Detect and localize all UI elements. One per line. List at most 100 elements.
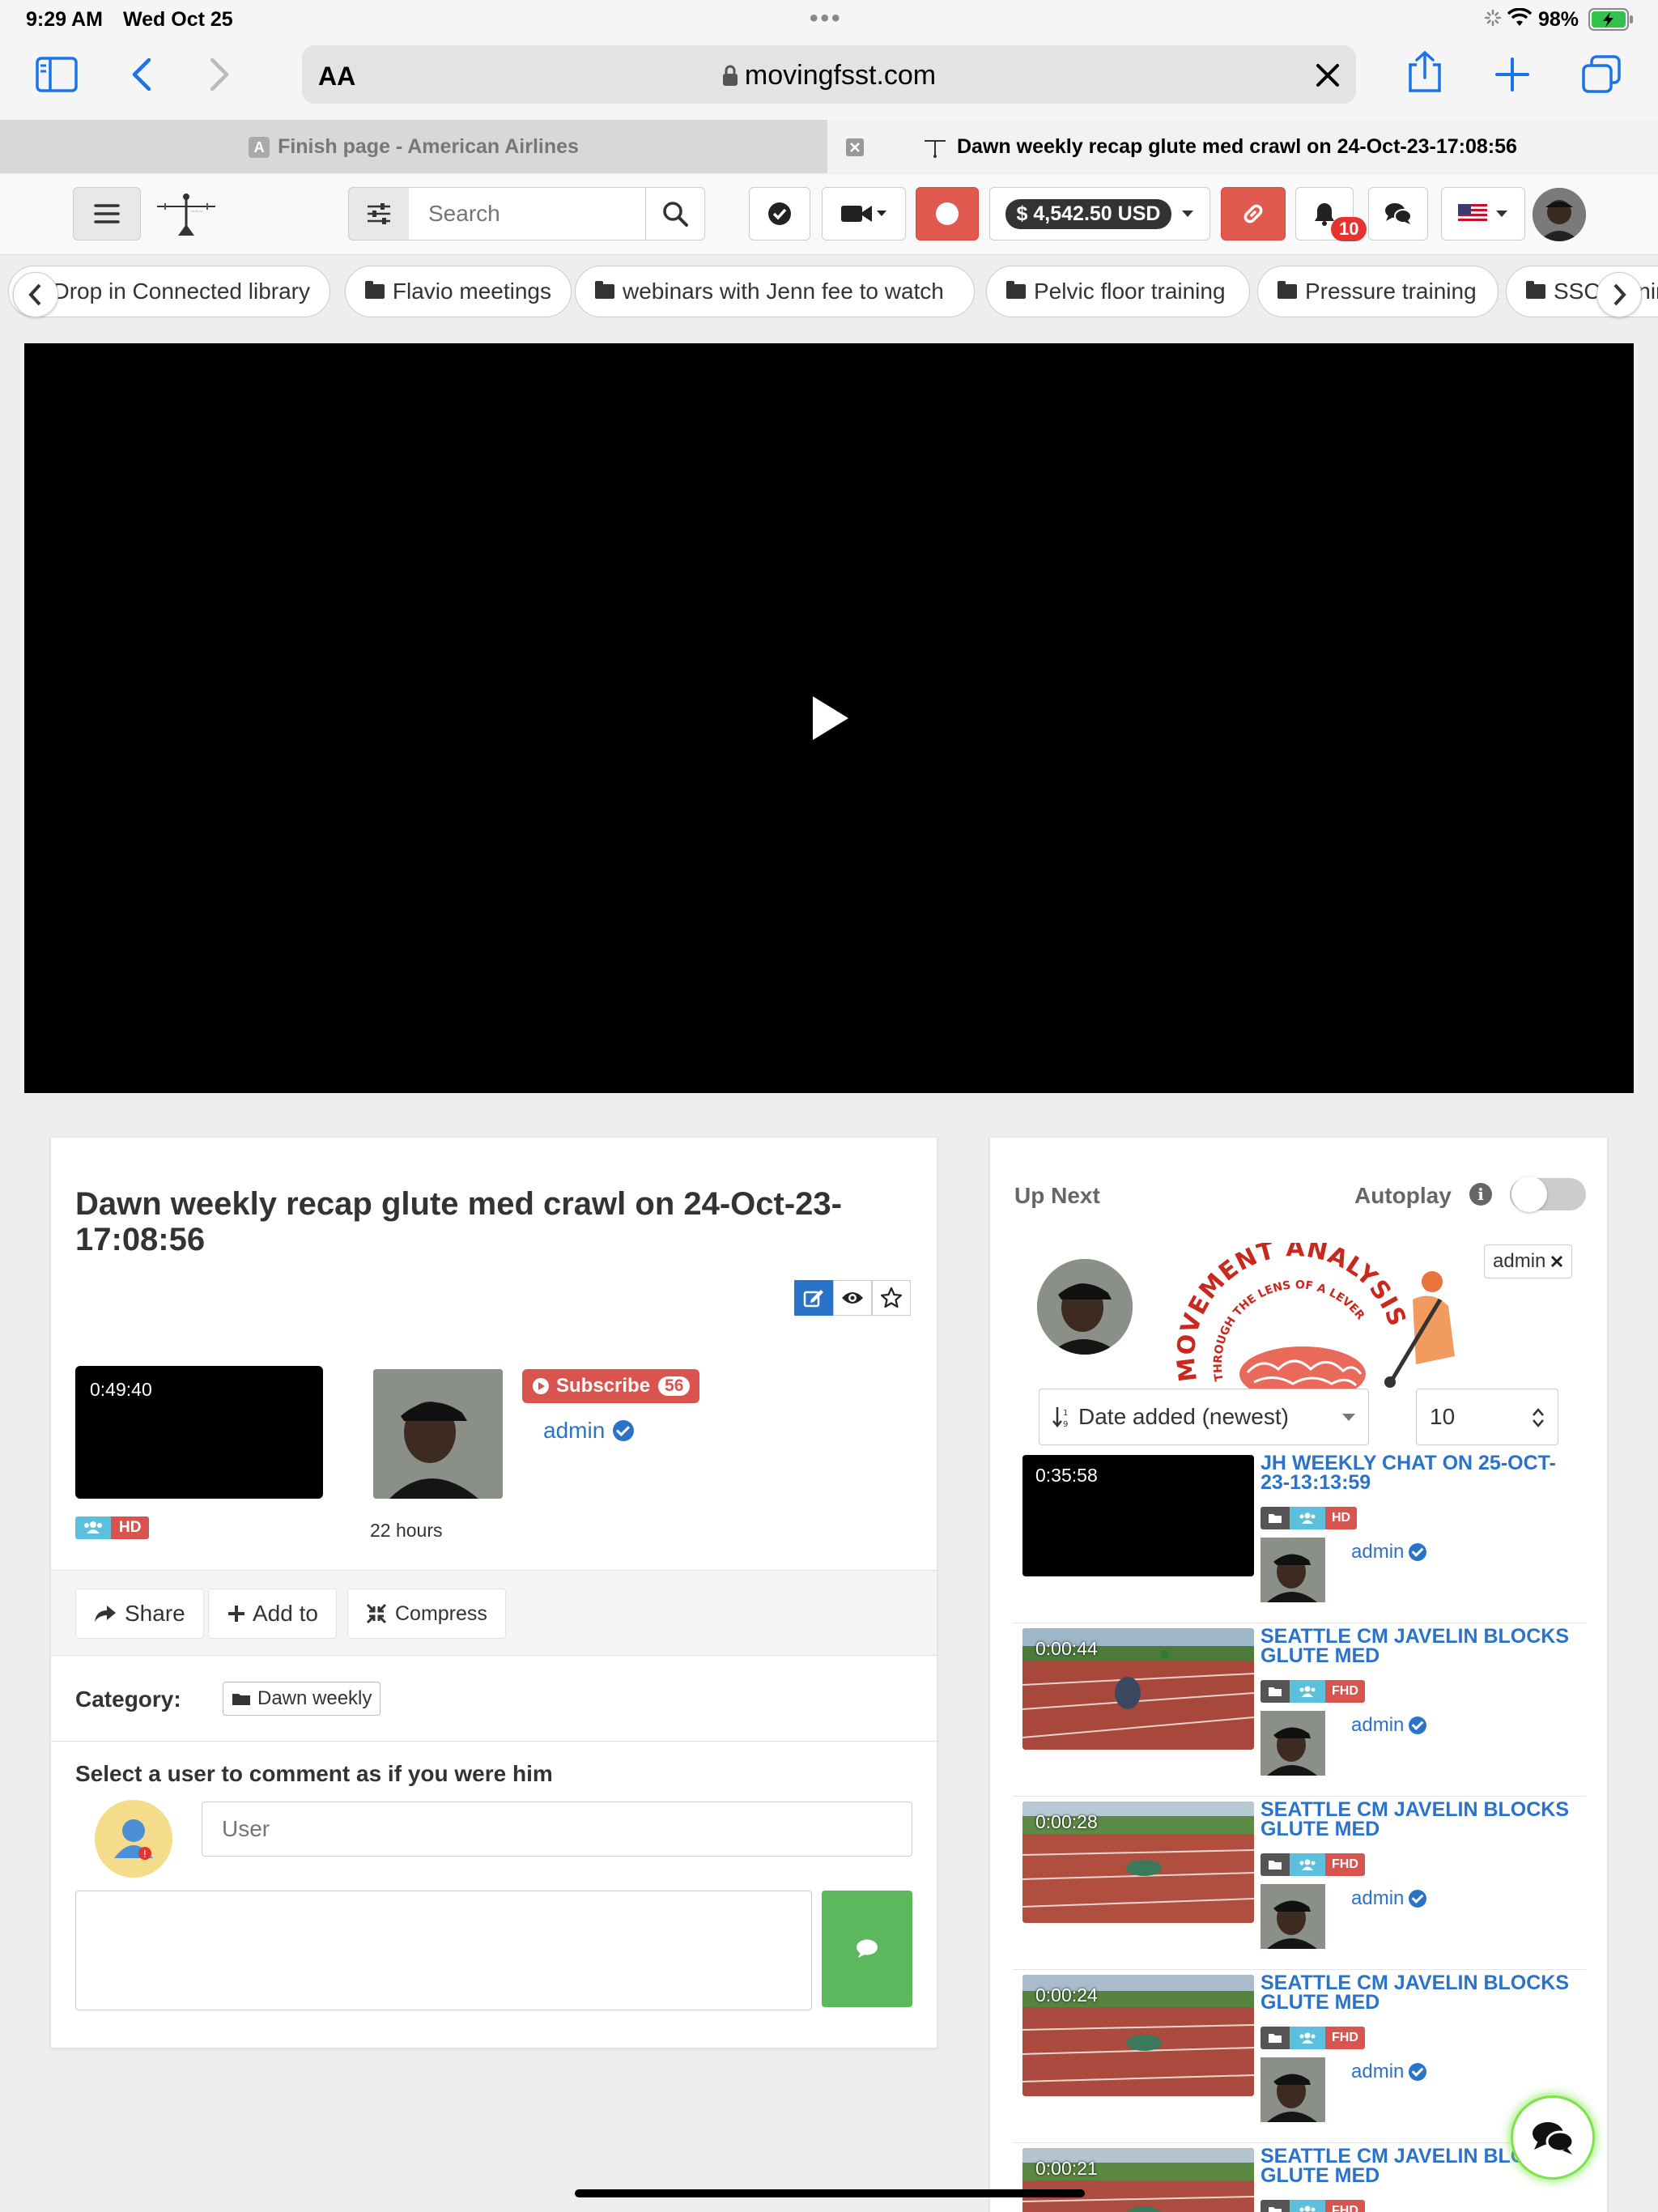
tab-title: Dawn weekly recap glute med crawl on 24-… (957, 135, 1517, 158)
language-selector[interactable] (1441, 187, 1525, 240)
video-duration: 0:49:40 (90, 1379, 152, 1400)
site-logo[interactable]: ~~~ (154, 189, 219, 240)
up-next-title[interactable]: SEATTLE CM JAVELIN BLOCKS GLUTE MED (1261, 1973, 1581, 2013)
forward-icon[interactable] (207, 57, 232, 92)
close-icon[interactable] (1550, 1255, 1563, 1268)
edit-button[interactable] (794, 1280, 833, 1316)
category-chip[interactable]: Dawn weekly (223, 1682, 381, 1716)
video-thumbnail[interactable]: 0:49:40 (75, 1366, 323, 1499)
up-next-item[interactable]: 0:35:58 JH WEEKLY CHAT ON 25-OCT-23-13:1… (1013, 1450, 1586, 1623)
user-avatar[interactable] (1533, 188, 1586, 241)
home-indicator[interactable] (575, 2189, 1085, 2197)
admin-filter-tag[interactable]: admin (1484, 1244, 1573, 1278)
uploader-link[interactable]: admin (543, 1418, 635, 1444)
up-next-thumbnail[interactable]: 0:00:21 (1022, 2148, 1254, 2212)
group-badge (75, 1516, 111, 1539)
verified-icon (1409, 1890, 1427, 1908)
url-text[interactable]: movingfsst.com (302, 60, 1356, 91)
up-next-item[interactable]: 0:00:44 SEATTLE CM JAVELIN BLOCKS GLUTE … (1013, 1623, 1586, 1797)
up-next-title[interactable]: JH WEEKLY CHAT ON 25-OCT-23-13:13:59 (1261, 1453, 1581, 1493)
sort-select[interactable]: 19 Date added (newest) (1039, 1389, 1369, 1445)
live-chat-button[interactable] (1511, 2095, 1595, 2180)
up-next-author[interactable]: admin (1351, 2061, 1427, 2083)
plus-icon (228, 1606, 244, 1622)
folder-badge (1261, 1507, 1290, 1529)
channel-photo (1037, 1259, 1133, 1355)
multitask-dots-icon[interactable]: ••• (810, 5, 843, 32)
channel-banner: MOVEMENT ANALYSIS THROUGH THE LENS OF A … (1173, 1243, 1455, 1389)
tab-american-airlines[interactable]: A Finish page - American Airlines (0, 120, 827, 173)
record-button[interactable] (916, 187, 979, 240)
users-icon (84, 1521, 102, 1534)
chip-scroll-left-button[interactable] (13, 272, 58, 317)
wallet-balance-button[interactable]: $ 4,542.50 USD (989, 187, 1210, 240)
search-icon (663, 202, 688, 227)
comment-textarea[interactable] (75, 1891, 812, 2010)
up-next-thumbnail[interactable]: 0:00:28 (1022, 1802, 1254, 1923)
lock-icon (722, 65, 738, 86)
quality-badge: FHD (1325, 1680, 1365, 1703)
tab-overview-icon[interactable] (1582, 55, 1621, 94)
uploader-name: admin (543, 1418, 606, 1443)
close-tab-icon[interactable] (845, 138, 865, 157)
folder-chip[interactable]: Flavio meetings (345, 266, 572, 317)
up-next-item[interactable]: 0:00:21 SEATTLE CM JAVELIN BLOCKS GLUTE … (1013, 2143, 1586, 2212)
up-next-author-avatar[interactable] (1261, 1538, 1325, 1602)
autoplay-label: Autoplay (1354, 1183, 1452, 1208)
up-next-author[interactable]: admin (1351, 1714, 1427, 1737)
menu-button[interactable] (73, 187, 141, 240)
add-to-button[interactable]: Add to (208, 1589, 337, 1639)
up-next-title[interactable]: SEATTLE CM JAVELIN BLOCKS GLUTE MED (1261, 1800, 1581, 1840)
back-icon[interactable] (130, 57, 154, 92)
autoplay-toggle[interactable] (1510, 1176, 1586, 1212)
up-next-item[interactable]: 0:00:28 SEATTLE CM JAVELIN BLOCKS GLUTE … (1013, 1797, 1586, 1970)
favorite-button[interactable] (872, 1280, 911, 1316)
up-next-author-avatar[interactable] (1261, 1711, 1325, 1776)
up-next-thumbnail[interactable]: 0:00:44 (1022, 1628, 1254, 1750)
up-next-title[interactable]: SEATTLE CM JAVELIN BLOCKS GLUTE MED (1261, 1627, 1581, 1666)
up-next-author-avatar[interactable] (1261, 2057, 1325, 2122)
folder-chip[interactable]: webinars with Jenn fee to watch (575, 266, 975, 317)
stepper-arrows-icon[interactable] (1532, 1407, 1545, 1428)
subscribe-button[interactable]: Subscribe 56 (522, 1369, 700, 1403)
uploader-avatar[interactable] (373, 1369, 503, 1499)
sidebar-toggle-icon[interactable] (36, 57, 78, 92)
up-next-author[interactable]: admin (1351, 1887, 1427, 1910)
camera-menu-button[interactable] (822, 187, 906, 240)
view-button[interactable] (833, 1280, 872, 1316)
messages-button[interactable] (1368, 187, 1428, 240)
send-comment-button[interactable] (822, 1891, 912, 2007)
star-icon (880, 1287, 903, 1308)
results-count-stepper[interactable]: 10 (1416, 1389, 1558, 1445)
tasks-button[interactable] (749, 187, 810, 240)
share-button[interactable]: Share (75, 1589, 204, 1639)
uploader-photo (373, 1369, 503, 1499)
folder-chip[interactable]: Pelvic floor training (986, 266, 1250, 317)
search-button[interactable] (645, 187, 705, 240)
up-next-author-avatar[interactable] (1261, 1884, 1325, 1949)
up-next-thumbnail[interactable]: 0:35:58 (1022, 1455, 1254, 1576)
new-tab-icon[interactable] (1494, 57, 1530, 92)
search-input[interactable] (409, 187, 645, 240)
up-next-item[interactable]: 0:00:24 SEATTLE CM JAVELIN BLOCKS GLUTE … (1013, 1970, 1586, 2143)
search-filter-button[interactable] (348, 187, 410, 240)
up-next-author[interactable]: admin (1351, 1541, 1427, 1563)
compress-button[interactable]: Compress (347, 1589, 506, 1639)
wifi-icon (1507, 8, 1532, 26)
play-icon[interactable] (810, 695, 850, 742)
tab-current-video[interactable]: Dawn weekly recap glute med crawl on 24-… (827, 120, 1658, 173)
up-next-label: Up Next (1014, 1183, 1100, 1208)
info-icon[interactable]: i (1469, 1183, 1492, 1206)
us-flag-icon (1458, 204, 1487, 223)
clear-url-icon[interactable] (1316, 63, 1340, 87)
video-actions-row: Share Add to Compress (51, 1570, 937, 1656)
channel-avatar[interactable] (1037, 1259, 1133, 1355)
comment-user-input[interactable] (202, 1802, 912, 1857)
up-next-badges: HD (1261, 1507, 1358, 1529)
chip-scroll-right-button[interactable] (1596, 272, 1642, 317)
folder-chip[interactable]: Pressure training (1257, 266, 1499, 317)
share-icon[interactable] (1407, 50, 1443, 94)
share-link-button[interactable] (1221, 187, 1286, 240)
address-bar[interactable]: AA movingfsst.com (302, 45, 1356, 104)
up-next-thumbnail[interactable]: 0:00:24 (1022, 1975, 1254, 2096)
